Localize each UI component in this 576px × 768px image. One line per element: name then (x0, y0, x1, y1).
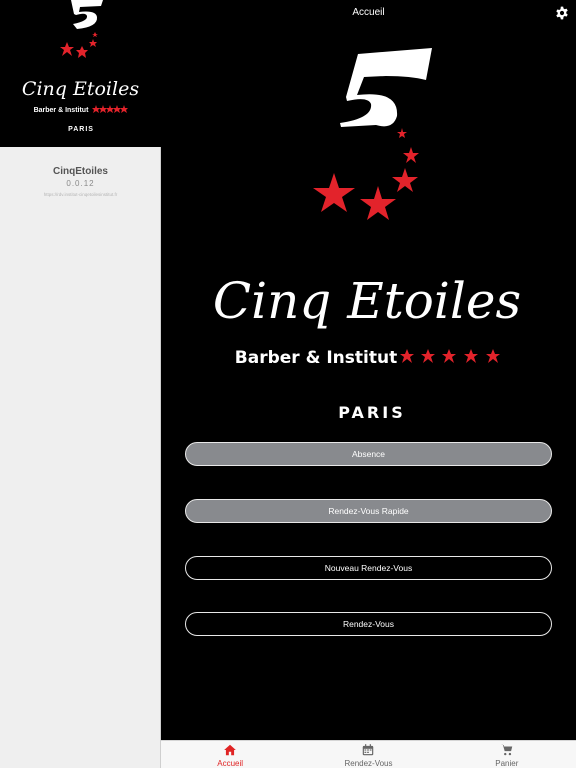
settings-button[interactable] (555, 6, 569, 20)
brand-city: PARIS (338, 403, 405, 422)
app-name: CinqEtoiles (52, 166, 108, 177)
star-icon (392, 168, 418, 192)
star-icon (92, 32, 98, 37)
star-icon (397, 128, 407, 138)
tab-appointments[interactable]: Rendez-Vous (299, 741, 437, 768)
brand-name: Cinq Etoiles (213, 272, 521, 330)
tab-bar: Accueil Rendez-Vous Panier (161, 740, 576, 768)
sidebar-brand-city: PARIS (68, 126, 94, 133)
app-version: 0.0.12 (66, 179, 95, 188)
star-icon (60, 42, 74, 56)
sidebar-brand-subtitle: Barber & Institut (34, 107, 90, 114)
subtitle-stars (400, 349, 500, 363)
five-numeral-icon (340, 48, 432, 127)
tab-home[interactable]: Accueil (161, 741, 299, 768)
sidebar-subtitle-stars (92, 105, 128, 113)
brand-logo: Cinq Etoiles Barber & Institut PARIS (213, 48, 521, 422)
star-icon (89, 39, 97, 47)
home-icon (224, 744, 236, 756)
brand-subtitle: Barber & Institut (235, 348, 397, 368)
brand-logo-small: Cinq Etoiles Barber & Institut PARIS (22, 0, 139, 133)
new-appointment-button[interactable]: Nouveau Rendez-Vous (185, 556, 552, 580)
sidebar: Cinq Etoiles Barber & Institut PARIS Cin… (0, 0, 161, 768)
calendar-icon (363, 744, 374, 756)
star-icon (76, 46, 88, 58)
gear-icon[interactable] (555, 6, 569, 20)
cart-icon (500, 744, 513, 756)
sidebar-app-info: CinqEtoiles 0.0.12 https://rdv.institut-… (0, 147, 161, 197)
sidebar-logo: Cinq Etoiles Barber & Institut PARIS (0, 0, 161, 147)
main-content: Accueil Cinq Etoiles Barber & Institut P… (161, 0, 576, 740)
appointments-button[interactable]: Rendez-Vous (185, 612, 552, 636)
five-numeral-icon (71, 0, 103, 29)
tab-label: Accueil (217, 759, 244, 768)
tab-label: Panier (495, 759, 519, 768)
page-title: Accueil (352, 7, 385, 18)
absence-button[interactable]: Absence (185, 442, 552, 466)
star-icon (403, 147, 419, 163)
star-icon (313, 173, 355, 212)
star-icon (360, 186, 396, 220)
tab-cart[interactable]: Panier (438, 741, 576, 768)
sidebar-brand-name: Cinq Etoiles (22, 78, 139, 100)
tab-label: Rendez-Vous (344, 759, 393, 768)
app-url[interactable]: https://rdv.institut-cinqetoilesinstitut… (0, 192, 161, 197)
quick-appointment-button[interactable]: Rendez-Vous Rapide (185, 499, 552, 523)
